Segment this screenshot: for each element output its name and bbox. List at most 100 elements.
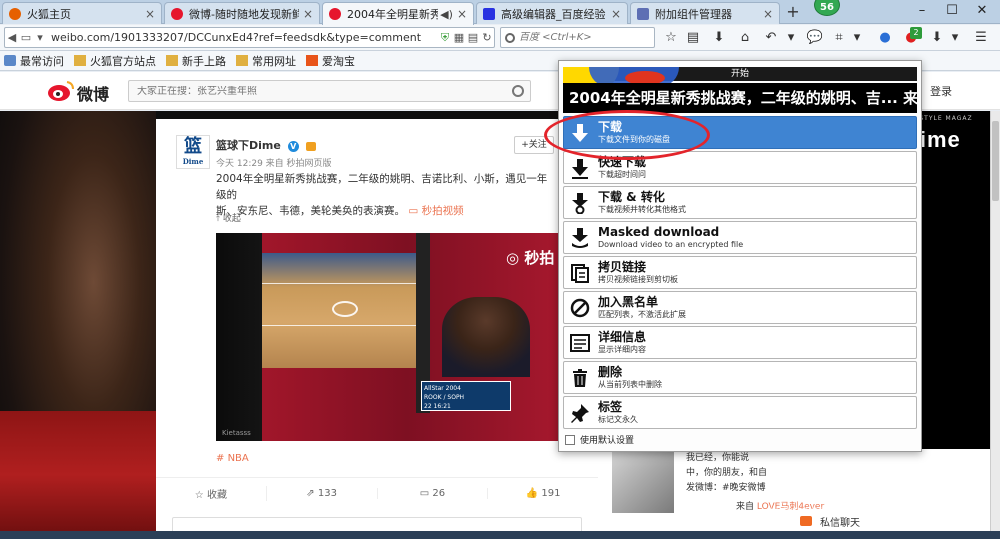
menu-masked-download[interactable]: Masked download Download video to an encr… [563, 221, 917, 254]
menu-icon[interactable]: ☰ [972, 29, 990, 47]
scrollbar-thumb[interactable] [992, 121, 999, 201]
new-tab-button[interactable]: + [783, 2, 803, 22]
menu-copy-link[interactable]: 拷贝链接 拷贝视频链接到剪切板 [563, 256, 917, 289]
tab-baidu-jingyan[interactable]: 高级编辑器_百度经验 × [476, 2, 628, 24]
back-icon[interactable]: ◀ [5, 31, 19, 45]
tab-label: 附加组件管理器 [655, 7, 732, 21]
video-watermark: ◎ 秒拍 [506, 249, 555, 267]
search-input[interactable] [519, 32, 639, 43]
vip-icon [305, 141, 316, 151]
maximize-button[interactable]: ☐ [938, 0, 966, 22]
close-icon[interactable]: × [303, 7, 313, 21]
avatar[interactable]: 篮 Dime [176, 135, 210, 169]
bookmark-getting-started[interactable]: 新手上路 [166, 53, 226, 69]
forward-button[interactable]: ⇗ 133 [267, 488, 378, 499]
reload-icon[interactable]: ↻ [480, 31, 494, 45]
star-folder-icon [4, 55, 16, 66]
addon-badge: 2 [910, 27, 922, 39]
menu-quick-download[interactable]: 快速下载 下载超时间问 [563, 151, 917, 184]
profile-badge[interactable]: 56 [814, 0, 840, 16]
search-icon[interactable] [512, 85, 524, 97]
search-bar[interactable] [500, 27, 655, 48]
close-icon[interactable]: × [763, 7, 773, 21]
background-player-photo [0, 111, 156, 539]
card-thumbnail[interactable] [612, 451, 674, 513]
favorite-button[interactable]: ☆ 收藏 [156, 486, 267, 501]
menu-pin[interactable]: 标签 标记文永久 [563, 396, 917, 429]
chat-icon[interactable]: 💬 [806, 29, 824, 47]
menu-download[interactable]: 下载 下载文件到你的磁盘 [563, 116, 917, 149]
video-scoreboard: AllStar 2004 ROOK / SOPH 22 16:21 [421, 381, 511, 411]
chevron-down-icon[interactable]: ▾ [946, 29, 964, 47]
close-icon[interactable]: × [457, 7, 467, 21]
verified-icon: V [287, 140, 299, 152]
topic-tag[interactable]: # NBA [216, 453, 249, 464]
post-actions: ☆ 收藏 ⇗ 133 ▭ 26 👍 191 [156, 477, 598, 509]
speaker-icon[interactable]: ◀) [440, 8, 453, 21]
video-download-icon[interactable]: ⬇ [928, 29, 946, 47]
video-corner-mark: Kietasss [222, 429, 251, 437]
addon-icon[interactable]: ●2 [902, 27, 922, 47]
downloads-icon[interactable]: ⬇ [710, 29, 728, 47]
tab-weibo[interactable]: 微博-随时随地发现新鲜事 × [164, 2, 320, 24]
home-icon[interactable]: ⌂ [736, 29, 754, 47]
page-scrollbar[interactable] [990, 111, 1000, 539]
globe-icon[interactable]: ● [876, 29, 894, 47]
bookmark-taobao[interactable]: 爱淘宝 [306, 53, 355, 69]
menu-details[interactable]: 详细信息 显示详细内容 [563, 326, 917, 359]
like-button[interactable]: 👍 191 [488, 488, 598, 499]
close-icon[interactable]: × [611, 7, 621, 21]
bookmark-most-visited[interactable]: 最常访问 [4, 53, 64, 69]
delete-icon [568, 366, 592, 390]
video-download-popup: 开始 2004年全明星新秀挑战赛，二年级的姚明、吉... 来自... 下载 下载文… [558, 60, 922, 452]
undo-icon[interactable]: ↶ [762, 29, 780, 47]
tab-label: 高级编辑器_百度经验 [501, 7, 606, 21]
weibo-logo-text[interactable]: 微博 [77, 81, 109, 105]
qr-code-icon[interactable]: ▦ [452, 31, 466, 45]
close-window-button[interactable]: ✕ [968, 0, 996, 22]
url-bar[interactable]: ◀ ▭ ▾ weibo.com/1901333207/DCCunxEd4?ref… [4, 27, 495, 48]
chevron-down-icon[interactable]: ▾ [848, 29, 866, 47]
bookmark-firefox-site[interactable]: 火狐官方站点 [74, 53, 156, 69]
chevron-down-icon[interactable]: ▾ [782, 29, 800, 47]
login-link[interactable]: 登录 [930, 83, 952, 99]
menu-blacklist[interactable]: 加入黑名单 匹配列表，不激活此扩展 [563, 291, 917, 324]
folder-icon [166, 55, 178, 66]
tab-addons[interactable]: 附加组件管理器 × [630, 2, 780, 24]
folder-icon [74, 55, 86, 66]
crop-icon[interactable]: ⌗ [830, 29, 848, 47]
firefox-icon [9, 7, 21, 20]
bookmark-star-icon[interactable]: ☆ [662, 29, 680, 47]
shield-icon[interactable]: ⛨ [438, 31, 452, 45]
os-taskbar [0, 531, 1000, 539]
menu-download-convert[interactable]: 下载 & 转化 下载视频并转化其他格式 [563, 186, 917, 219]
weibo-search[interactable] [128, 80, 531, 102]
pin-icon [568, 401, 592, 425]
weibo-search-input[interactable] [137, 85, 507, 97]
follow-button[interactable]: +关注 [514, 136, 554, 154]
menu-delete[interactable]: 删除 从当前列表中删除 [563, 361, 917, 394]
translate-icon[interactable]: ▤ [466, 31, 480, 45]
video-link[interactable]: ▭ 秒拍视频 [408, 205, 463, 217]
comment-button[interactable]: ▭ 26 [378, 488, 489, 499]
author-name[interactable]: 篮球下Dime V [216, 137, 316, 153]
minimize-button[interactable]: – [908, 0, 936, 22]
bookmark-common-sites[interactable]: 常用网址 [236, 53, 296, 69]
close-icon[interactable]: × [145, 7, 155, 21]
tab-video-post[interactable]: 2004年全明星新秀挑... ◀) × [322, 2, 474, 25]
tab-firefox-home[interactable]: 火狐主页 × [2, 2, 162, 24]
weibo-logo-icon[interactable] [46, 78, 76, 102]
url-text[interactable]: weibo.com/1901333207/DCCunxEd4?ref=feeds… [47, 31, 438, 44]
dropdown-icon[interactable]: ▾ [33, 31, 47, 45]
page-info-icon[interactable]: ▭ [19, 31, 33, 45]
default-settings-checkbox[interactable] [565, 434, 575, 445]
use-default-settings[interactable]: 使用默认设置 [565, 433, 634, 446]
puzzle-icon [637, 7, 649, 20]
collapse-link[interactable]: ⤒ 收起 [216, 211, 241, 224]
reading-list-icon[interactable]: ▤ [684, 29, 702, 47]
video-player[interactable]: AllStar 2004 ROOK / SOPH 22 16:21 ◎ 秒拍 K… [216, 233, 598, 441]
tab-strip: 火狐主页 × 微博-随时随地发现新鲜事 × 2004年全明星新秀挑... ◀) … [0, 0, 1000, 25]
mail-icon [800, 516, 812, 526]
search-icon [505, 32, 515, 43]
thumbs-up-icon: 👍 [525, 488, 539, 499]
